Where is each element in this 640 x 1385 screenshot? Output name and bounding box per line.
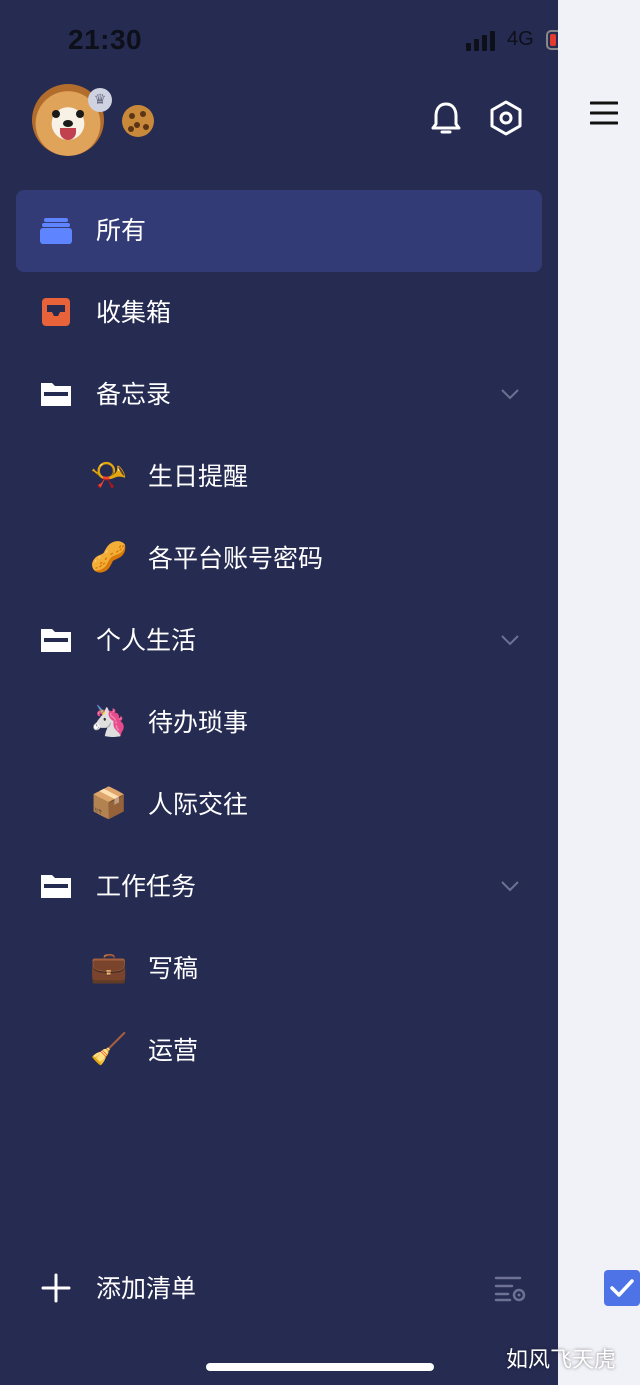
status-time: 21:30 [68, 24, 143, 55]
folder-label: 工作任务 [96, 872, 197, 901]
cellular-signal-icon [466, 29, 495, 51]
list-item-social[interactable]: 📦 人际交往 [16, 764, 542, 846]
avatar-eye [52, 110, 60, 118]
list-item-passwords[interactable]: 🥜 各平台账号密码 [16, 518, 542, 600]
list-settings-icon[interactable] [492, 1272, 528, 1304]
folder-icon [41, 629, 71, 652]
add-list-button[interactable]: 添加清单 [16, 1248, 542, 1330]
watermark: 如风飞天虎 [506, 1348, 617, 1373]
main-content-peek [558, 0, 640, 1385]
menu-item-inbox[interactable]: 收集箱 [16, 272, 542, 354]
crown-icon: ♛ [88, 88, 112, 112]
folder-personal-life[interactable]: 个人生活 [16, 600, 542, 682]
avatar-nose [63, 120, 73, 127]
settings-hexagon-icon[interactable] [486, 98, 526, 138]
list-item-chores[interactable]: 🦄 待办琐事 [16, 682, 542, 764]
battery-level [549, 33, 556, 46]
folder-work-tasks[interactable]: 工作任务 [16, 846, 542, 928]
avatar-eye [76, 110, 84, 118]
menu-item-label: 所有 [96, 216, 147, 245]
menu-item-label: 收集箱 [96, 298, 172, 327]
chevron-down-icon[interactable] [500, 632, 520, 648]
folder-icon [41, 383, 71, 406]
cookie-icon[interactable] [122, 105, 154, 137]
avatar-mouth [60, 128, 76, 140]
list-item-writing[interactable]: 💼 写稿 [16, 928, 542, 1010]
list-item-operations[interactable]: 🧹 运营 [16, 1010, 542, 1092]
folder-label: 个人生活 [96, 626, 197, 655]
unicorn-icon: 🦄 [90, 704, 128, 739]
peanut-icon: 🥜 [90, 540, 128, 575]
folder-icon [41, 875, 71, 898]
stack-icon [40, 218, 72, 244]
list-label: 人际交往 [148, 790, 249, 819]
folder-memo[interactable]: 备忘录 [16, 354, 542, 436]
list-item-birthday[interactable]: 📯 生日提醒 [16, 436, 542, 518]
plus-icon [41, 1273, 71, 1303]
briefcase-icon: 💼 [90, 950, 128, 985]
list-label: 写稿 [148, 954, 199, 983]
postal-horn-icon: 📯 [90, 458, 128, 493]
folder-label: 备忘录 [96, 380, 172, 409]
navigation-drawer: 21:30 4G ♛ 所有 收集箱 备忘录 📯 生日提醒 🥜 各平台账号密码 个… [0, 0, 590, 1385]
list-label: 待办琐事 [148, 708, 249, 737]
chevron-down-icon[interactable] [500, 386, 520, 402]
broom-icon: 🧹 [90, 1032, 128, 1067]
network-type: 4G [507, 28, 534, 50]
list-label: 各平台账号密码 [148, 544, 324, 573]
add-list-label: 添加清单 [96, 1274, 197, 1303]
hamburger-menu-icon[interactable] [590, 100, 618, 126]
bell-icon[interactable] [426, 98, 466, 138]
inbox-icon [42, 298, 70, 326]
home-indicator [206, 1363, 434, 1371]
menu-item-all[interactable]: 所有 [16, 190, 542, 272]
package-icon: 📦 [90, 786, 128, 821]
list-label: 生日提醒 [148, 462, 249, 491]
checkbox-checked-icon[interactable] [604, 1270, 640, 1306]
chevron-down-icon[interactable] [500, 878, 520, 894]
list-label: 运营 [148, 1036, 199, 1065]
